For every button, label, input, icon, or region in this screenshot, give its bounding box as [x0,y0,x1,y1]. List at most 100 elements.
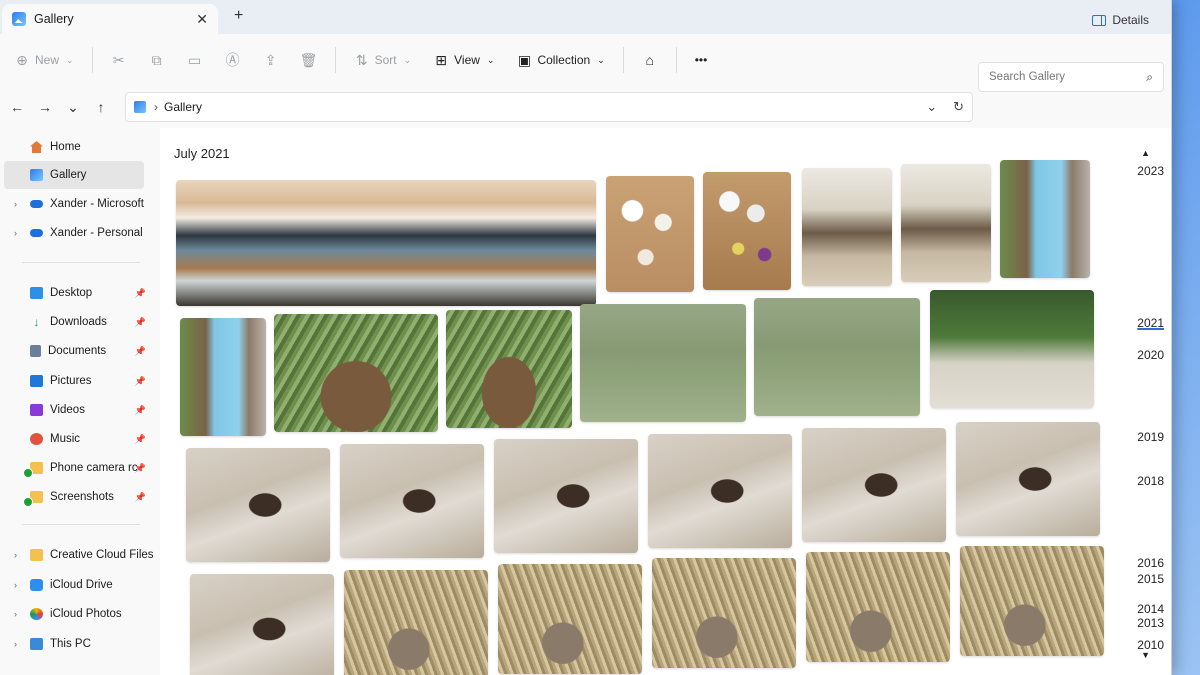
tab-gallery[interactable]: Gallery ✕ [2,4,218,34]
photo-thumbnail[interactable] [274,314,438,432]
gallery-view: July 2021 ▲ 2023 2021 2020 2019 2018 201… [160,128,1171,675]
expand-chevron-icon[interactable]: › [14,580,17,590]
timeline-year[interactable]: 2013 [1137,616,1164,630]
sidebar-item-pictures[interactable]: Pictures 📌 [4,367,146,395]
gallery-icon [12,12,26,26]
expand-chevron-icon[interactable]: › [14,550,17,560]
timeline-year[interactable]: 2015 [1137,572,1164,586]
photo-thumbnail[interactable] [1000,160,1090,278]
sidebar-item-label: iCloud Photos [50,608,122,620]
timeline-year[interactable]: 2023 [1137,164,1164,178]
collection-button[interactable]: ▣ Collection ⌄ [516,52,605,68]
expand-chevron-icon[interactable]: › [14,639,17,649]
sidebar-item-icloud-photos[interactable]: › iCloud Photos [4,600,144,628]
photo-thumbnail[interactable] [186,448,330,562]
photo-thumbnail[interactable] [901,164,991,282]
copy-button[interactable]: ⧉ [149,52,165,68]
sidebar-item-screenshots[interactable]: Screenshots 📌 [4,483,146,511]
photo-thumbnail[interactable] [606,176,694,292]
sidebar-item-this-pc[interactable]: › This PC [4,630,144,658]
sidebar-item-creative-cloud[interactable]: › Creative Cloud Files [4,541,160,569]
pin-icon: 📌 [134,287,146,298]
cut-button[interactable]: ✂ [111,52,127,68]
sidebar-item-music[interactable]: Music 📌 [4,425,146,453]
details-button[interactable]: Details [1092,13,1149,27]
more-button[interactable]: ••• [695,53,708,67]
timeline-year[interactable]: 2020 [1137,348,1164,362]
up-arrow-icon[interactable]: ↑ [90,99,112,115]
search-input[interactable]: Search Gallery ⌕ [978,62,1164,92]
sidebar-item-gallery[interactable]: Gallery [4,161,144,189]
photo-thumbnail[interactable] [494,439,638,553]
photo-thumbnail[interactable] [703,172,791,290]
sidebar-item-icloud-drive[interactable]: › iCloud Drive [4,571,144,599]
breadcrumb-gallery[interactable]: Gallery [164,100,202,114]
expand-chevron-icon[interactable]: › [14,199,17,209]
tag-button[interactable]: ⌂ [642,52,658,68]
timeline-year[interactable]: 2019 [1137,430,1164,444]
sidebar-item-label: iCloud Drive [50,579,113,591]
new-button[interactable]: ⊕ New ⌄ [14,52,73,68]
address-bar[interactable]: › Gallery ⌄ ↻ [125,92,973,122]
timeline-year[interactable]: 2014 [1137,602,1164,616]
sidebar-item-home[interactable]: Home [4,133,144,161]
sidebar-item-onedrive-personal[interactable]: › Xander - Personal [4,219,144,247]
recent-chevron-icon[interactable]: ⌄ [62,99,84,116]
photo-thumbnail[interactable] [652,558,796,668]
scroll-down-icon[interactable]: ▼ [1141,650,1150,660]
sidebar-item-desktop[interactable]: Desktop 📌 [4,279,146,307]
expand-chevron-icon[interactable]: › [14,609,17,619]
photo-thumbnail[interactable] [806,552,950,662]
pin-icon: 📌 [134,345,146,356]
new-tab-button[interactable]: + [234,7,243,25]
desktop-icon [30,287,43,299]
sidebar-item-downloads[interactable]: ↓ Downloads 📌 [4,308,147,336]
cloud-icon [30,229,43,237]
timeline-year[interactable]: 2021 [1137,316,1164,330]
photo-thumbnail[interactable] [930,290,1094,408]
photo-thumbnail[interactable] [446,310,572,428]
collection-label: Collection [537,53,591,67]
delete-button[interactable]: 🗑 [299,51,318,68]
rename-button[interactable]: Ⓐ [225,52,241,68]
photo-thumbnail[interactable] [802,168,892,286]
sidebar-item-onedrive-work[interactable]: › Xander - Microsoft [4,190,144,218]
year-timeline[interactable]: ▲ 2023 2021 2020 2019 2018 2016 2015 201… [1112,128,1171,675]
pin-icon: 📌 [134,491,146,502]
photo-thumbnail[interactable] [802,428,946,542]
sort-button[interactable]: ⇅ Sort ⌄ [354,52,411,68]
photo-thumbnail[interactable] [180,318,266,436]
view-button[interactable]: ⊞ View ⌄ [433,52,494,68]
photo-thumbnail[interactable] [340,444,484,558]
photo-thumbnail[interactable] [648,434,792,548]
close-tab-icon[interactable]: ✕ [196,11,208,28]
tab-bar: Gallery ✕ + Details [0,0,1171,34]
sidebar-item-label: Videos [50,404,85,416]
timeline-year[interactable]: 2018 [1137,474,1164,488]
expand-chevron-icon[interactable]: › [14,228,17,238]
photo-thumbnail[interactable] [190,574,334,675]
paste-button[interactable]: ▭ [187,52,203,68]
tab-title: Gallery [34,12,74,26]
photo-thumbnail[interactable] [754,298,920,416]
back-arrow-icon[interactable]: ← [6,99,28,115]
forward-arrow-icon[interactable]: → [34,99,56,115]
history-chevron-icon[interactable]: ⌄ [926,99,937,115]
sidebar-item-phone-camera[interactable]: Phone camera rc 📌 [4,454,146,482]
sidebar-item-videos[interactable]: Videos 📌 [4,396,146,424]
photo-thumbnail[interactable] [176,180,596,306]
timeline-year[interactable]: 2016 [1137,556,1164,570]
photo-thumbnail[interactable] [580,304,746,422]
copy-icon: ⧉ [151,51,162,68]
refresh-icon[interactable]: ↻ [953,99,964,115]
scroll-up-icon[interactable]: ▲ [1141,148,1150,158]
grid-view-icon: ⊞ [435,51,447,68]
photo-thumbnail[interactable] [956,422,1100,536]
photo-thumbnail[interactable] [344,570,488,675]
month-heading: July 2021 [174,146,230,161]
photo-thumbnail[interactable] [960,546,1104,656]
share-button[interactable]: ⇪ [263,52,279,68]
trash-icon: 🗑 [299,51,318,68]
sidebar-item-documents[interactable]: Documents 📌 [4,337,146,365]
photo-thumbnail[interactable] [498,564,642,674]
